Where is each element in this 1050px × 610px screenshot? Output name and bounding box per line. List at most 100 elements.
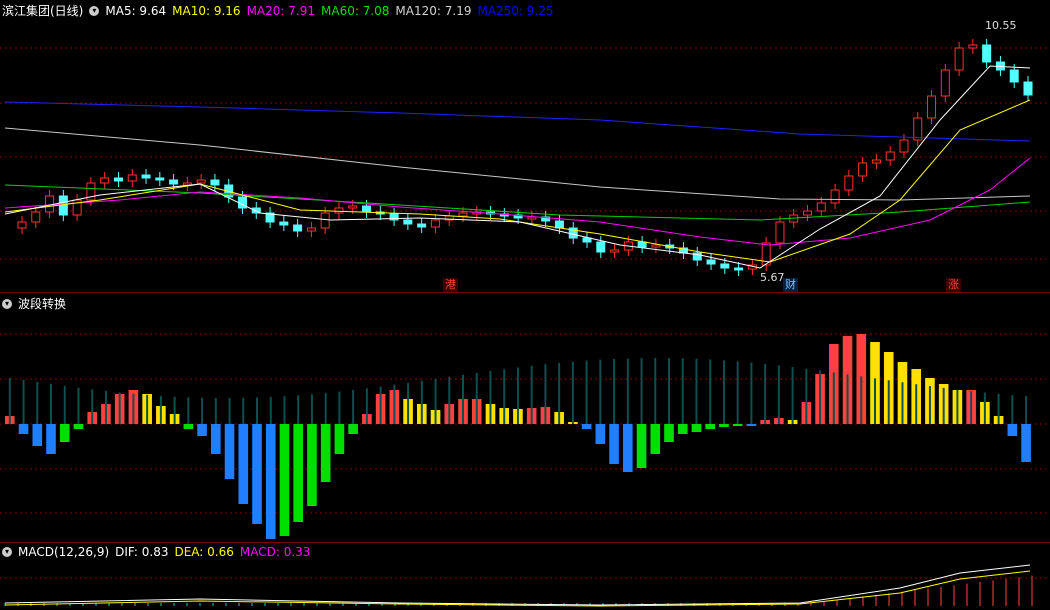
wave-bar [211, 424, 221, 454]
wave-bar [18, 424, 29, 434]
candle-body [610, 249, 620, 253]
ma60-label: MA60: 7.08 [321, 3, 390, 18]
ma10-label: MA10: 9.16 [172, 3, 241, 18]
wave-bar [1007, 424, 1018, 436]
wave-title: 波段转换 [18, 297, 67, 311]
candle-body [45, 195, 55, 213]
candle-body [775, 221, 785, 244]
candle-body [155, 177, 165, 181]
candle-body [210, 179, 220, 186]
macd-panel[interactable]: ▾ MACD(12,26,9) DIF: 0.83 DEA: 0.66 MACD… [0, 543, 1050, 610]
wave-indicator-chart[interactable] [0, 293, 1050, 542]
candle-body [127, 174, 137, 182]
macd-value-label: MACD: 0.33 [239, 545, 311, 559]
dea-label: DEA: 0.66 [174, 545, 234, 559]
wave-bar [73, 424, 84, 429]
wave-bar [46, 424, 56, 454]
candle-body [706, 259, 716, 265]
low-price-label: 5.67 [760, 271, 785, 284]
ma10-line [4, 99, 1031, 263]
price-panel[interactable]: 滨江集团(日线) ▾ MA5: 9.64 MA10: 9.16 MA20: 7.… [0, 0, 1050, 292]
candle-body [527, 216, 537, 220]
wave-bar [32, 424, 43, 446]
candle-body [830, 189, 840, 204]
candle-body [17, 221, 27, 229]
wave-bar [581, 424, 592, 429]
collapse-icon[interactable]: ▾ [89, 5, 100, 16]
wave-bar [719, 424, 729, 427]
candle-body [858, 162, 868, 177]
candle-body [940, 69, 950, 97]
marker-cai[interactable]: 财 [783, 278, 798, 292]
candle-body [885, 151, 895, 161]
candle-body [982, 44, 992, 63]
wave-bar [636, 424, 647, 468]
wave-bar [265, 424, 276, 539]
high-price-label: 10.55 [985, 19, 1017, 32]
candle-body [458, 212, 468, 217]
wave-bar [307, 424, 317, 506]
wave-bar [183, 424, 194, 429]
candle-body [169, 179, 179, 185]
wave-bar [623, 424, 633, 472]
price-legend: 滨江集团(日线) ▾ MA5: 9.64 MA10: 9.16 MA20: 7.… [2, 2, 560, 19]
candle-body [651, 244, 661, 248]
stock-title: 滨江集团(日线) [2, 4, 84, 18]
ma250-line [4, 101, 1031, 142]
macd-legend: ▾ MACD(12,26,9) DIF: 0.83 DEA: 0.66 MACD… [2, 545, 316, 559]
candle-body [816, 202, 826, 212]
candle-body [320, 212, 330, 229]
wave-bar [650, 424, 661, 454]
candle-body [954, 47, 964, 71]
candle-body [927, 95, 937, 119]
collapse-icon[interactable]: ▾ [2, 298, 12, 309]
wave-bar [293, 424, 304, 522]
wave-bar [59, 424, 70, 442]
candle-body [403, 219, 413, 225]
candle-body [334, 207, 344, 214]
wave-bar [609, 424, 619, 464]
candle-body [844, 175, 854, 191]
candle-body [430, 219, 440, 228]
marker-gang[interactable]: 港 [443, 278, 458, 292]
ma5-label: MA5: 9.64 [105, 3, 167, 18]
candlestick-chart[interactable] [0, 0, 1050, 292]
wave-panel[interactable]: ▾ 波段转换 [0, 293, 1050, 542]
candle-body [279, 221, 289, 226]
wave-bar [746, 424, 757, 426]
candle-body [58, 195, 68, 216]
candle-body [803, 210, 813, 216]
candle-body [196, 179, 206, 184]
candle-body [968, 44, 978, 49]
wave-bar [691, 424, 702, 432]
wave-legend: ▾ 波段转换 [2, 295, 72, 312]
wave-bar [224, 424, 235, 479]
ma20-line [4, 157, 1031, 246]
wave-bar [732, 424, 743, 426]
candle-body [362, 205, 372, 213]
wave-bar [1021, 424, 1031, 462]
wave-bar [238, 424, 249, 504]
candle-body [348, 205, 358, 209]
candle-body [1023, 81, 1033, 96]
candle-body [417, 223, 427, 228]
candle-body [871, 159, 881, 164]
candle-body [582, 237, 592, 243]
candle-body [306, 227, 316, 232]
dif-label: DIF: 0.83 [115, 545, 169, 559]
wave-bar [595, 424, 606, 444]
candle-body [1009, 69, 1019, 83]
wave-bar [279, 424, 290, 536]
collapse-icon[interactable]: ▾ [2, 547, 12, 557]
candle-body [554, 220, 564, 229]
candle-body [596, 241, 606, 253]
marker-zhang[interactable]: 涨 [946, 278, 961, 292]
candle-body [899, 139, 909, 153]
ma120-label: MA120: 7.19 [395, 3, 472, 18]
candle-body [141, 174, 151, 179]
candle-body [720, 263, 730, 269]
wave-bar [677, 424, 688, 434]
candle-body [637, 241, 647, 248]
macd-title: MACD(12,26,9) [18, 545, 110, 559]
ma250-label: MA250: 9.25 [477, 3, 554, 18]
